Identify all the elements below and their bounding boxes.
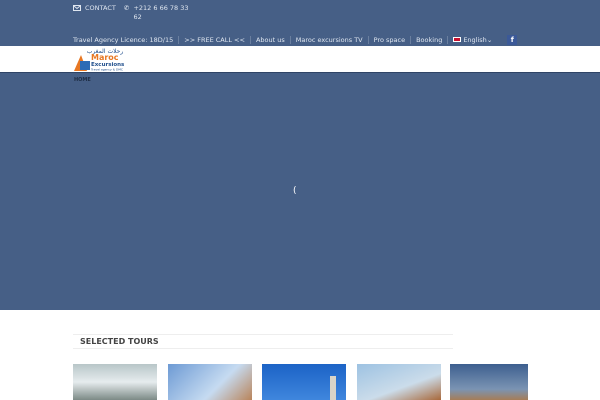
facebook-icon[interactable]: f bbox=[507, 34, 518, 45]
top-bar: CONTACT ✆ +212 6 66 78 33 62 Travel Agen… bbox=[0, 0, 600, 46]
phone-icon: ✆ bbox=[124, 4, 130, 12]
nav-home[interactable]: HOME bbox=[74, 77, 91, 83]
phone[interactable]: ✆ +212 6 66 78 33 62 bbox=[124, 4, 197, 22]
selected-tours-header: SELECTED TOURS bbox=[73, 334, 453, 349]
mail-icon bbox=[73, 5, 81, 11]
contact-label: CONTACT bbox=[85, 4, 116, 12]
tour-thumb-desert[interactable] bbox=[357, 364, 441, 400]
booking-link[interactable]: Booking bbox=[410, 35, 447, 44]
tour-thumb-kasbah[interactable] bbox=[168, 364, 252, 400]
pro-space-link[interactable]: Pro space bbox=[367, 35, 410, 44]
contact-link[interactable]: CONTACT bbox=[73, 4, 116, 12]
tour-thumb-camel[interactable] bbox=[450, 364, 528, 400]
language-select[interactable]: English⌄ bbox=[447, 35, 497, 44]
language-label: English bbox=[463, 35, 487, 44]
tour-thumb-mosque[interactable] bbox=[262, 364, 346, 400]
licence-text: Travel Agency Licence: 18D/15 bbox=[73, 35, 174, 44]
logo[interactable]: رحلات المغرب Maroc Excursions Travel age… bbox=[73, 47, 133, 72]
loading-spinner: ( bbox=[293, 186, 297, 196]
phone-number: +212 6 66 78 33 62 bbox=[133, 4, 189, 21]
free-call-link[interactable]: >> FREE CALL << bbox=[178, 35, 250, 44]
uk-flag-icon bbox=[453, 37, 462, 42]
top-links: Travel Agency Licence: 18D/15 >> FREE CA… bbox=[73, 34, 518, 45]
tv-link[interactable]: Maroc excursions TV bbox=[289, 35, 368, 44]
tour-thumb-mountains[interactable] bbox=[73, 364, 157, 400]
section-title: SELECTED TOURS bbox=[80, 337, 159, 346]
hero-slider bbox=[0, 72, 600, 310]
svg-text:Maroc: Maroc bbox=[91, 53, 119, 62]
svg-text:Travel agency & DMC: Travel agency & DMC bbox=[90, 68, 123, 72]
about-link[interactable]: About us bbox=[249, 35, 290, 44]
